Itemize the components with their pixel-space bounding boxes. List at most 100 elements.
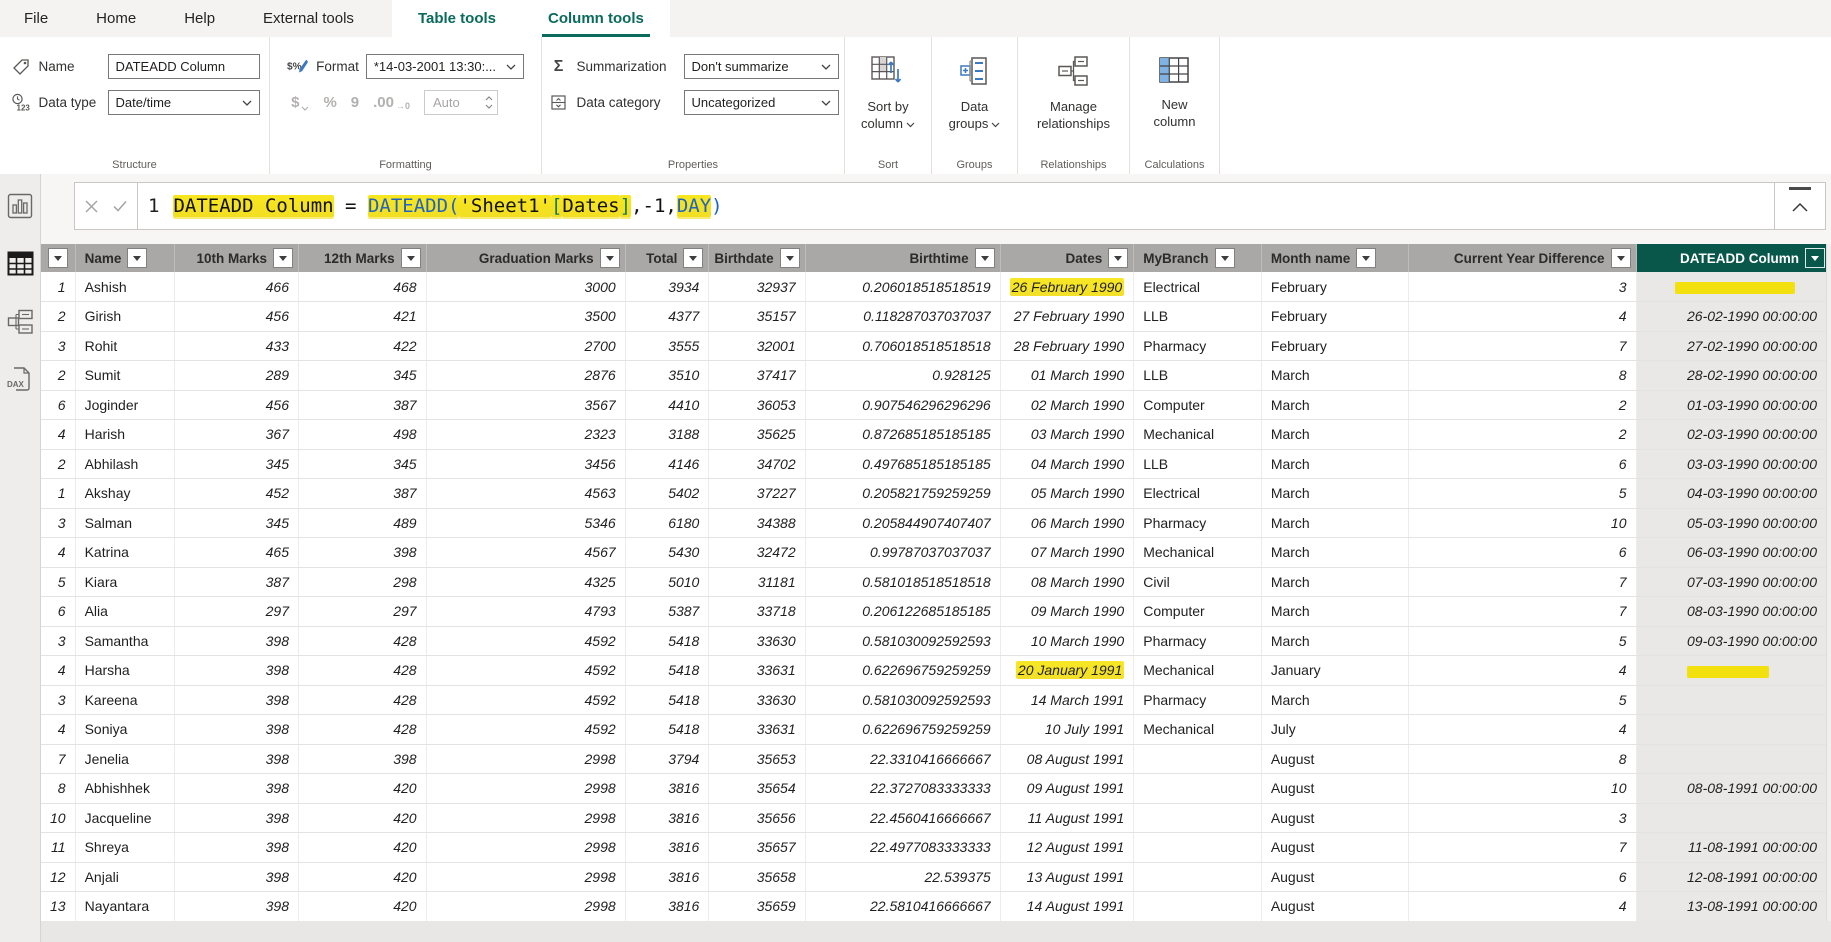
cell-total[interactable]: 4377: [625, 302, 709, 332]
cell-10th-marks[interactable]: 398: [175, 803, 299, 833]
cell-month-name[interactable]: March: [1261, 479, 1408, 509]
cell-month-name[interactable]: March: [1261, 626, 1408, 656]
cell-mybranch[interactable]: LLB: [1134, 302, 1262, 332]
cell-birthdate[interactable]: 35625: [709, 420, 805, 450]
cell-birthdate[interactable]: 33630: [709, 626, 805, 656]
filter-dropdown-icon[interactable]: [1805, 248, 1825, 268]
cell-birthtime[interactable]: 0.205821759259259: [805, 479, 1000, 509]
cell-total[interactable]: 5387: [625, 597, 709, 627]
cell-birthdate[interactable]: 33631: [709, 656, 805, 686]
cell-10th-marks[interactable]: 345: [175, 449, 299, 479]
data-view-button[interactable]: [0, 244, 40, 288]
cell-birthtime[interactable]: 0.118287037037037: [805, 302, 1000, 332]
cell-row-index[interactable]: 1: [41, 479, 75, 509]
cell-birthdate[interactable]: 37227: [709, 479, 805, 509]
cell-10th-marks[interactable]: 398: [175, 656, 299, 686]
cell-10th-marks[interactable]: 398: [175, 774, 299, 804]
cell-total[interactable]: 3816: [625, 803, 709, 833]
cell-12th-marks[interactable]: 428: [298, 656, 426, 686]
cell-12th-marks[interactable]: 428: [298, 715, 426, 745]
column-header-name[interactable]: Name: [75, 244, 175, 272]
cell-row-index[interactable]: 3: [41, 626, 75, 656]
cell-total[interactable]: 3794: [625, 744, 709, 774]
filter-dropdown-icon[interactable]: [600, 248, 620, 268]
cell-graduation-marks[interactable]: 2323: [426, 420, 625, 450]
cell-name[interactable]: Nayantara: [75, 892, 175, 922]
cell-row-index[interactable]: 4: [41, 656, 75, 686]
cell-12th-marks[interactable]: 345: [298, 449, 426, 479]
cell-current-year-difference[interactable]: 5: [1409, 479, 1636, 509]
cell-name[interactable]: Shreya: [75, 833, 175, 863]
column-header-dates[interactable]: Dates: [1000, 244, 1134, 272]
spinner-down-icon[interactable]: [485, 104, 493, 109]
cell-graduation-marks[interactable]: 3456: [426, 449, 625, 479]
cell-month-name[interactable]: August: [1261, 803, 1408, 833]
cell-birthdate[interactable]: 33631: [709, 715, 805, 745]
cell-mybranch[interactable]: LLB: [1134, 361, 1262, 391]
cell-birthdate[interactable]: 31181: [709, 567, 805, 597]
cell-birthtime[interactable]: 22.5810416666667: [805, 892, 1000, 922]
cell-birthtime[interactable]: 0.622696759259259: [805, 656, 1000, 686]
cell-12th-marks[interactable]: 498: [298, 420, 426, 450]
cell-dates[interactable]: 04 March 1990: [1000, 449, 1134, 479]
cell-birthtime[interactable]: 0.205844907407407: [805, 508, 1000, 538]
cell-dates[interactable]: 08 August 1991: [1000, 744, 1134, 774]
cell-graduation-marks[interactable]: 4567: [426, 538, 625, 568]
cell-10th-marks[interactable]: 398: [175, 685, 299, 715]
data-category-dropdown[interactable]: Uncategorized: [684, 90, 839, 115]
cell-graduation-marks[interactable]: 4592: [426, 685, 625, 715]
cell-dates[interactable]: 03 March 1990: [1000, 420, 1134, 450]
cell-current-year-difference[interactable]: 8: [1409, 361, 1636, 391]
cell-current-year-difference[interactable]: 5: [1409, 626, 1636, 656]
cell-graduation-marks[interactable]: 4325: [426, 567, 625, 597]
cell-month-name[interactable]: March: [1261, 538, 1408, 568]
cell-total[interactable]: 5418: [625, 656, 709, 686]
cell-10th-marks[interactable]: 398: [175, 715, 299, 745]
filter-dropdown-icon[interactable]: [780, 248, 800, 268]
cell-dateadd-column[interactable]: 13-08-1991 00:00:00: [1636, 892, 1831, 922]
cell-graduation-marks[interactable]: 4793: [426, 597, 625, 627]
cell-graduation-marks[interactable]: 2998: [426, 744, 625, 774]
cell-dates[interactable]: 09 March 1990: [1000, 597, 1134, 627]
cell-birthtime[interactable]: 0.907546296296296: [805, 390, 1000, 420]
cell-dateadd-column[interactable]: 05-03-1990 00:00:00: [1636, 508, 1831, 538]
cell-row-index[interactable]: 4: [41, 420, 75, 450]
cell-current-year-difference[interactable]: 4: [1409, 302, 1636, 332]
decimal-places-input[interactable]: Auto: [424, 90, 498, 115]
filter-dropdown-icon[interactable]: [683, 248, 703, 268]
cell-total[interactable]: 3816: [625, 892, 709, 922]
cell-mybranch[interactable]: Pharmacy: [1134, 685, 1262, 715]
cell-name[interactable]: Akshay: [75, 479, 175, 509]
cell-name[interactable]: Girish: [75, 302, 175, 332]
summarization-dropdown[interactable]: Don't summarize: [684, 54, 839, 79]
cell-birthtime[interactable]: 0.928125: [805, 361, 1000, 391]
cell-row-index[interactable]: 4: [41, 538, 75, 568]
cell-birthtime[interactable]: 0.581030092592593: [805, 685, 1000, 715]
cell-name[interactable]: Salman: [75, 508, 175, 538]
cell-month-name[interactable]: February: [1261, 331, 1408, 361]
cell-12th-marks[interactable]: 345: [298, 361, 426, 391]
cell-birthdate[interactable]: 35654: [709, 774, 805, 804]
cell-mybranch[interactable]: Mechanical: [1134, 715, 1262, 745]
cell-12th-marks[interactable]: 422: [298, 331, 426, 361]
cell-mybranch[interactable]: Computer: [1134, 390, 1262, 420]
cell-current-year-difference[interactable]: 6: [1409, 449, 1636, 479]
cell-dates[interactable]: 01 March 1990: [1000, 361, 1134, 391]
cell-birthtime[interactable]: 0.206018518518519: [805, 272, 1000, 302]
cell-10th-marks[interactable]: 387: [175, 567, 299, 597]
cell-total[interactable]: 5418: [625, 626, 709, 656]
cell-mybranch[interactable]: Pharmacy: [1134, 508, 1262, 538]
filter-dropdown-icon[interactable]: [401, 248, 421, 268]
filter-dropdown-icon[interactable]: [1611, 248, 1631, 268]
cell-mybranch[interactable]: Computer: [1134, 597, 1262, 627]
column-header-dateadd-column[interactable]: DATEADD Column: [1636, 244, 1831, 272]
cell-dateadd-column[interactable]: 12-08-1991 00:00:00: [1636, 862, 1831, 892]
column-header-graduation-marks[interactable]: Graduation Marks: [426, 244, 625, 272]
cell-name[interactable]: Katrina: [75, 538, 175, 568]
cell-row-index[interactable]: 3: [41, 508, 75, 538]
cell-row-index[interactable]: 12: [41, 862, 75, 892]
cell-birthtime[interactable]: 22.3310416666667: [805, 744, 1000, 774]
cell-name[interactable]: Sumit: [75, 361, 175, 391]
cell-current-year-difference[interactable]: 7: [1409, 567, 1636, 597]
data-groups-button[interactable]: Datagroups: [949, 55, 1001, 133]
